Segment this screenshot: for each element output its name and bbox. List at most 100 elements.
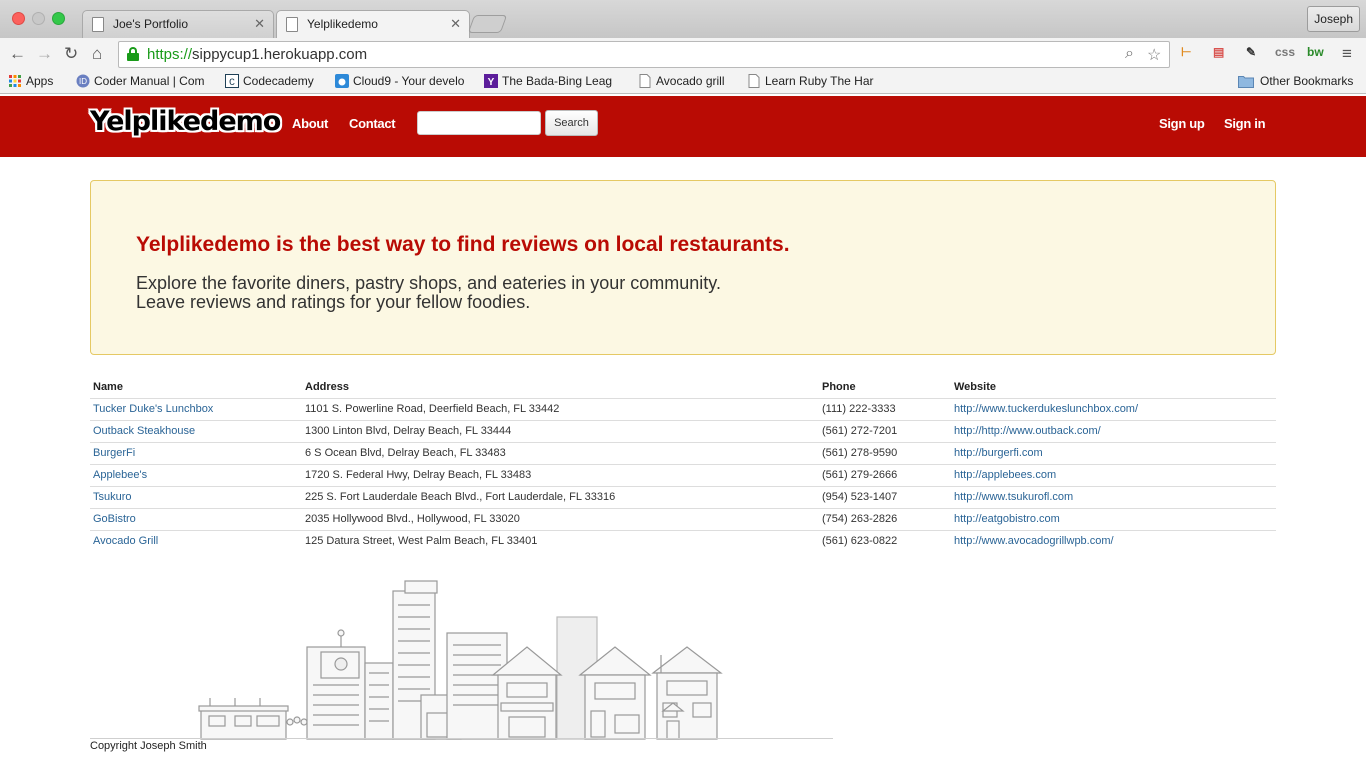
star-icon[interactable]: ☆ xyxy=(1147,45,1161,65)
restaurant-website-link[interactable]: http://www.avocadogrillwpb.com/ xyxy=(954,535,1114,547)
menu-icon[interactable]: ≡ xyxy=(1342,44,1352,64)
restaurant-address: 1720 S. Federal Hwy, Delray Beach, FL 33… xyxy=(305,469,532,481)
bookmark-learn-ruby[interactable]: Learn Ruby The Har xyxy=(747,74,883,88)
codecademy-icon: C xyxy=(225,74,239,88)
search-icon[interactable]: ⌕ xyxy=(1125,45,1134,63)
hero-subtext-line-2: Leave reviews and ratings for your fello… xyxy=(136,292,531,312)
nav-about-link[interactable]: About xyxy=(292,116,328,131)
reload-icon[interactable]: ↻ xyxy=(64,44,78,64)
hero-subtext-line-1: Explore the favorite diners, pastry shop… xyxy=(136,273,721,293)
browser-toolbar: ← → ↻ ⌂ https://sippycup1.herokuapp.com … xyxy=(0,38,1366,70)
tab-joes-portfolio[interactable]: Joe's Portfolio ✕ xyxy=(82,10,274,38)
restaurant-name-link[interactable]: Tsukuro xyxy=(93,491,132,503)
page-icon xyxy=(92,17,104,32)
bookmark-cloud9[interactable]: Cloud9 - Your develo xyxy=(335,74,469,88)
restaurant-phone: (561) 272-7201 xyxy=(822,425,898,437)
svg-text:C: C xyxy=(229,78,235,88)
site-navbar: Yelplikedemo About Contact Search Sign u… xyxy=(0,96,1366,157)
nav-contact-link[interactable]: Contact xyxy=(349,116,396,131)
restaurant-name-link[interactable]: Applebee's xyxy=(93,469,147,481)
home-icon[interactable]: ⌂ xyxy=(92,44,102,64)
table-row: Tsukuro 225 S. Fort Lauderdale Beach Blv… xyxy=(90,486,1276,508)
footer-copyright: Copyright Joseph Smith xyxy=(90,740,207,752)
restaurant-address: 6 S Ocean Blvd, Delray Beach, FL 33483 xyxy=(305,447,506,459)
bookmark-apps[interactable]: Apps xyxy=(8,74,66,88)
column-header-website: Website xyxy=(954,381,996,393)
lock-icon xyxy=(127,47,139,61)
restaurant-website-link[interactable]: http://http://www.outback.com/ xyxy=(954,425,1101,437)
coder-manual-icon: ID xyxy=(76,74,90,88)
restaurant-phone: (561) 623-0822 xyxy=(822,535,898,547)
table-row: Avocado Grill 125 Datura Street, West Pa… xyxy=(90,530,1276,552)
bookmark-avocado-grill[interactable]: Avocado grill xyxy=(638,74,733,88)
address-bar[interactable]: https://sippycup1.herokuapp.com ⌕ ☆ xyxy=(118,41,1170,68)
column-header-phone: Phone xyxy=(822,381,856,393)
restaurant-address: 1300 Linton Blvd, Delray Beach, FL 33444 xyxy=(305,425,512,437)
nav-signin-link[interactable]: Sign in xyxy=(1224,116,1266,131)
restaurant-phone: (561) 278-9590 xyxy=(822,447,898,459)
profile-button[interactable]: Joseph xyxy=(1307,6,1360,32)
back-icon[interactable]: ← xyxy=(9,44,26,64)
maximize-window-button[interactable] xyxy=(52,12,65,25)
column-header-name: Name xyxy=(93,381,123,393)
restaurant-phone: (111) 222-3333 xyxy=(822,403,896,415)
tab-yelplikedemo[interactable]: Yelplikedemo ✕ xyxy=(276,10,470,38)
css-extension-icon[interactable]: css xyxy=(1275,45,1295,59)
hero-jumbotron: Yelplikedemo is the best way to find rev… xyxy=(90,180,1276,355)
apps-grid-icon xyxy=(9,75,21,87)
restaurant-name-link[interactable]: Avocado Grill xyxy=(93,535,158,547)
bookmarks-bar: Apps ID Coder Manual | Com C Codecademy Cl… xyxy=(0,70,1366,94)
extension-icon[interactable]: ⊢ xyxy=(1181,45,1191,59)
tab-title: Yelplikedemo xyxy=(307,17,378,31)
restaurant-address: 225 S. Fort Lauderdale Beach Blvd., Fort… xyxy=(305,491,616,503)
restaurant-website-link[interactable]: http://www.tuckerdukeslunchbox.com/ xyxy=(954,403,1138,415)
bw-extension-icon[interactable]: bw xyxy=(1307,45,1324,59)
restaurant-name-link[interactable]: Tucker Duke's Lunchbox xyxy=(93,403,213,415)
svg-text:ID: ID xyxy=(79,77,87,86)
page-icon xyxy=(286,17,298,32)
close-tab-icon[interactable]: ✕ xyxy=(450,16,461,32)
restaurant-website-link[interactable]: http://burgerfi.com xyxy=(954,447,1043,459)
bookmark-codecademy[interactable]: C Codecademy xyxy=(225,74,321,88)
restaurant-website-link[interactable]: http://www.tsukurofl.com xyxy=(954,491,1073,503)
new-tab-button[interactable] xyxy=(467,15,508,33)
restaurant-phone: (561) 279-2666 xyxy=(822,469,898,481)
close-tab-icon[interactable]: ✕ xyxy=(254,16,265,32)
footer-divider xyxy=(90,738,833,739)
forward-icon[interactable]: → xyxy=(36,44,53,64)
table-row: Tucker Duke's Lunchbox 1101 S. Powerline… xyxy=(90,398,1276,420)
city-skyline-illustration xyxy=(198,580,723,740)
extension-icon[interactable]: ▤ xyxy=(1213,45,1224,59)
yahoo-icon: Y xyxy=(484,74,498,88)
restaurant-name-link[interactable]: Outback Steakhouse xyxy=(93,425,195,437)
page-icon xyxy=(639,74,651,88)
url-text: https://sippycup1.herokuapp.com xyxy=(147,46,368,63)
page-icon xyxy=(748,74,760,88)
other-bookmarks-folder[interactable]: Other Bookmarks xyxy=(1238,74,1360,88)
table-row: GoBistro 2035 Hollywood Blvd., Hollywood… xyxy=(90,508,1276,530)
table-row: BurgerFi 6 S Ocean Blvd, Delray Beach, F… xyxy=(90,442,1276,464)
cloud9-icon xyxy=(335,74,349,88)
restaurant-name-link[interactable]: GoBistro xyxy=(93,513,136,525)
browser-titlebar: Joe's Portfolio ✕ Yelplikedemo ✕ Joseph xyxy=(0,0,1366,38)
table-row: Outback Steakhouse 1300 Linton Blvd, Del… xyxy=(90,420,1276,442)
restaurant-phone: (954) 523-1407 xyxy=(822,491,898,503)
restaurant-name-link[interactable]: BurgerFi xyxy=(93,447,135,459)
hero-headline: Yelplikedemo is the best way to find rev… xyxy=(136,233,790,256)
close-window-button[interactable] xyxy=(12,12,25,25)
eyedropper-icon[interactable]: ✎ xyxy=(1246,45,1256,59)
search-button[interactable]: Search xyxy=(545,110,598,136)
bookmark-bada-bing[interactable]: Y The Bada-Bing Leag xyxy=(484,74,619,88)
minimize-window-button[interactable] xyxy=(32,12,45,25)
restaurant-address: 1101 S. Powerline Road, Deerfield Beach,… xyxy=(305,403,560,415)
restaurant-website-link[interactable]: http://eatgobistro.com xyxy=(954,513,1060,525)
brand-logo[interactable]: Yelplikedemo xyxy=(90,106,281,137)
folder-icon xyxy=(1238,76,1254,88)
tab-title: Joe's Portfolio xyxy=(113,17,188,31)
restaurant-website-link[interactable]: http://applebees.com xyxy=(954,469,1056,481)
bookmark-coder-manual[interactable]: ID Coder Manual | Com xyxy=(76,74,210,88)
search-input[interactable] xyxy=(417,111,541,135)
column-header-address: Address xyxy=(305,381,350,393)
restaurant-phone: (754) 263-2826 xyxy=(822,513,898,525)
nav-signup-link[interactable]: Sign up xyxy=(1159,116,1205,131)
